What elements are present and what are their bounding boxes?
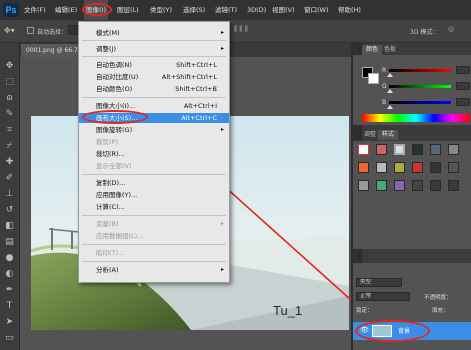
menu-separator (82, 174, 226, 175)
submenu-arrow-icon: ▸ (220, 220, 224, 227)
tab-swatches[interactable]: 色板 (380, 45, 400, 55)
menu-analysis[interactable]: 分析(A) ▸ (79, 265, 229, 275)
menu-duplicate[interactable]: 复制(D)... (79, 178, 229, 188)
menu-crop[interactable]: 裁剪(P) (79, 137, 229, 147)
menu-mode[interactable]: 模式(M) ▸ (79, 28, 229, 38)
style-swatch[interactable] (394, 180, 405, 191)
menu-adjustments[interactable]: 调整(J) ▸ (79, 44, 229, 54)
red-channel-value[interactable] (456, 66, 470, 74)
menu-separator (82, 244, 226, 245)
menu-trap[interactable]: 陷印(T)... (79, 248, 229, 258)
lock-label: 锁定： (356, 308, 373, 314)
style-swatch[interactable] (430, 162, 441, 173)
menu-image-size[interactable]: 图像大小(I)... Alt+Ctrl+I (79, 101, 229, 111)
style-swatch[interactable] (412, 162, 423, 173)
layer-kind-filter[interactable]: 类型 (356, 278, 402, 287)
menu-separator (82, 215, 226, 216)
menu-separator (82, 56, 226, 57)
style-swatch[interactable] (376, 180, 387, 191)
menu-auto-contrast[interactable]: 自动对比度(U) Alt+Shift+Ctrl+L (79, 72, 229, 82)
style-swatch[interactable] (430, 144, 441, 155)
layer-annotation-ring (355, 320, 430, 342)
menu-auto-tone[interactable]: 自动色调(N) Shift+Ctrl+L (79, 60, 229, 70)
tab-adjustments[interactable]: 调整 (360, 130, 380, 140)
style-swatch[interactable] (412, 144, 423, 155)
blue-channel-slider[interactable] (389, 101, 451, 104)
blue-slider-knob[interactable] (387, 105, 393, 109)
background-color-swatch[interactable] (368, 73, 379, 84)
style-swatch[interactable] (448, 180, 459, 191)
style-swatch[interactable] (376, 162, 387, 173)
green-slider-knob[interactable] (387, 89, 393, 93)
style-swatch[interactable] (430, 180, 441, 191)
fill-label: 填充： (432, 308, 449, 314)
blend-mode-select[interactable]: 正常 (356, 292, 410, 301)
style-swatch-none[interactable] (358, 144, 369, 155)
canvas-size-annotation-ring (82, 110, 148, 124)
menu-reveal-all[interactable]: 显示全部(V) (79, 161, 229, 171)
green-channel-slider[interactable] (389, 85, 451, 88)
style-swatch[interactable] (376, 144, 387, 155)
menu-separator (82, 97, 226, 98)
style-swatch[interactable] (394, 162, 405, 173)
opacity-label: 不透明度： (424, 295, 452, 301)
style-swatch[interactable] (358, 180, 369, 191)
green-channel-label: G (382, 83, 387, 90)
menu-auto-color[interactable]: 自动颜色(O) Shift+Ctrl+B (79, 84, 229, 94)
menu-image-rotation[interactable]: 图像旋转(G) ▸ (79, 125, 229, 135)
image-menu-dropdown: 模式(M) ▸ 调整(J) ▸ 自动色调(N) Shift+Ctrl+L 自动对比度(… (78, 21, 230, 283)
menu-apply-data-set[interactable]: 应用数据组(L)... (79, 231, 229, 241)
blue-channel-label: B (382, 99, 387, 106)
styles-panel (353, 141, 471, 249)
menu-trim[interactable]: 裁切(R)... (79, 149, 229, 159)
tab-styles[interactable]: 样式 (378, 130, 399, 140)
submenu-arrow-icon: ▸ (220, 45, 224, 52)
menu-separator (82, 261, 226, 262)
style-swatch[interactable] (358, 162, 369, 173)
red-slider-knob[interactable] (387, 73, 393, 77)
submenu-arrow-icon: ▸ (220, 126, 224, 133)
style-swatch[interactable] (448, 162, 459, 173)
submenu-arrow-icon: ▸ (220, 266, 224, 273)
red-channel-slider[interactable] (389, 69, 451, 72)
style-swatch[interactable] (412, 180, 423, 191)
green-channel-value[interactable] (456, 82, 470, 90)
style-swatch[interactable] (448, 144, 459, 155)
tab-color[interactable]: 颜色 (362, 45, 383, 55)
color-spectrum-bar[interactable] (362, 114, 470, 122)
submenu-arrow-icon: ▸ (220, 29, 224, 36)
blue-channel-value[interactable] (456, 98, 470, 106)
menu-variables[interactable]: 变量(B) ▸ (79, 219, 229, 229)
style-swatch-selected[interactable] (394, 144, 405, 155)
menu-apply-image[interactable]: 应用图像(Y)... (79, 190, 229, 200)
menu-separator (82, 40, 226, 41)
red-channel-label: R (382, 67, 387, 74)
menu-calculations[interactable]: 计算(C)... (79, 202, 229, 212)
